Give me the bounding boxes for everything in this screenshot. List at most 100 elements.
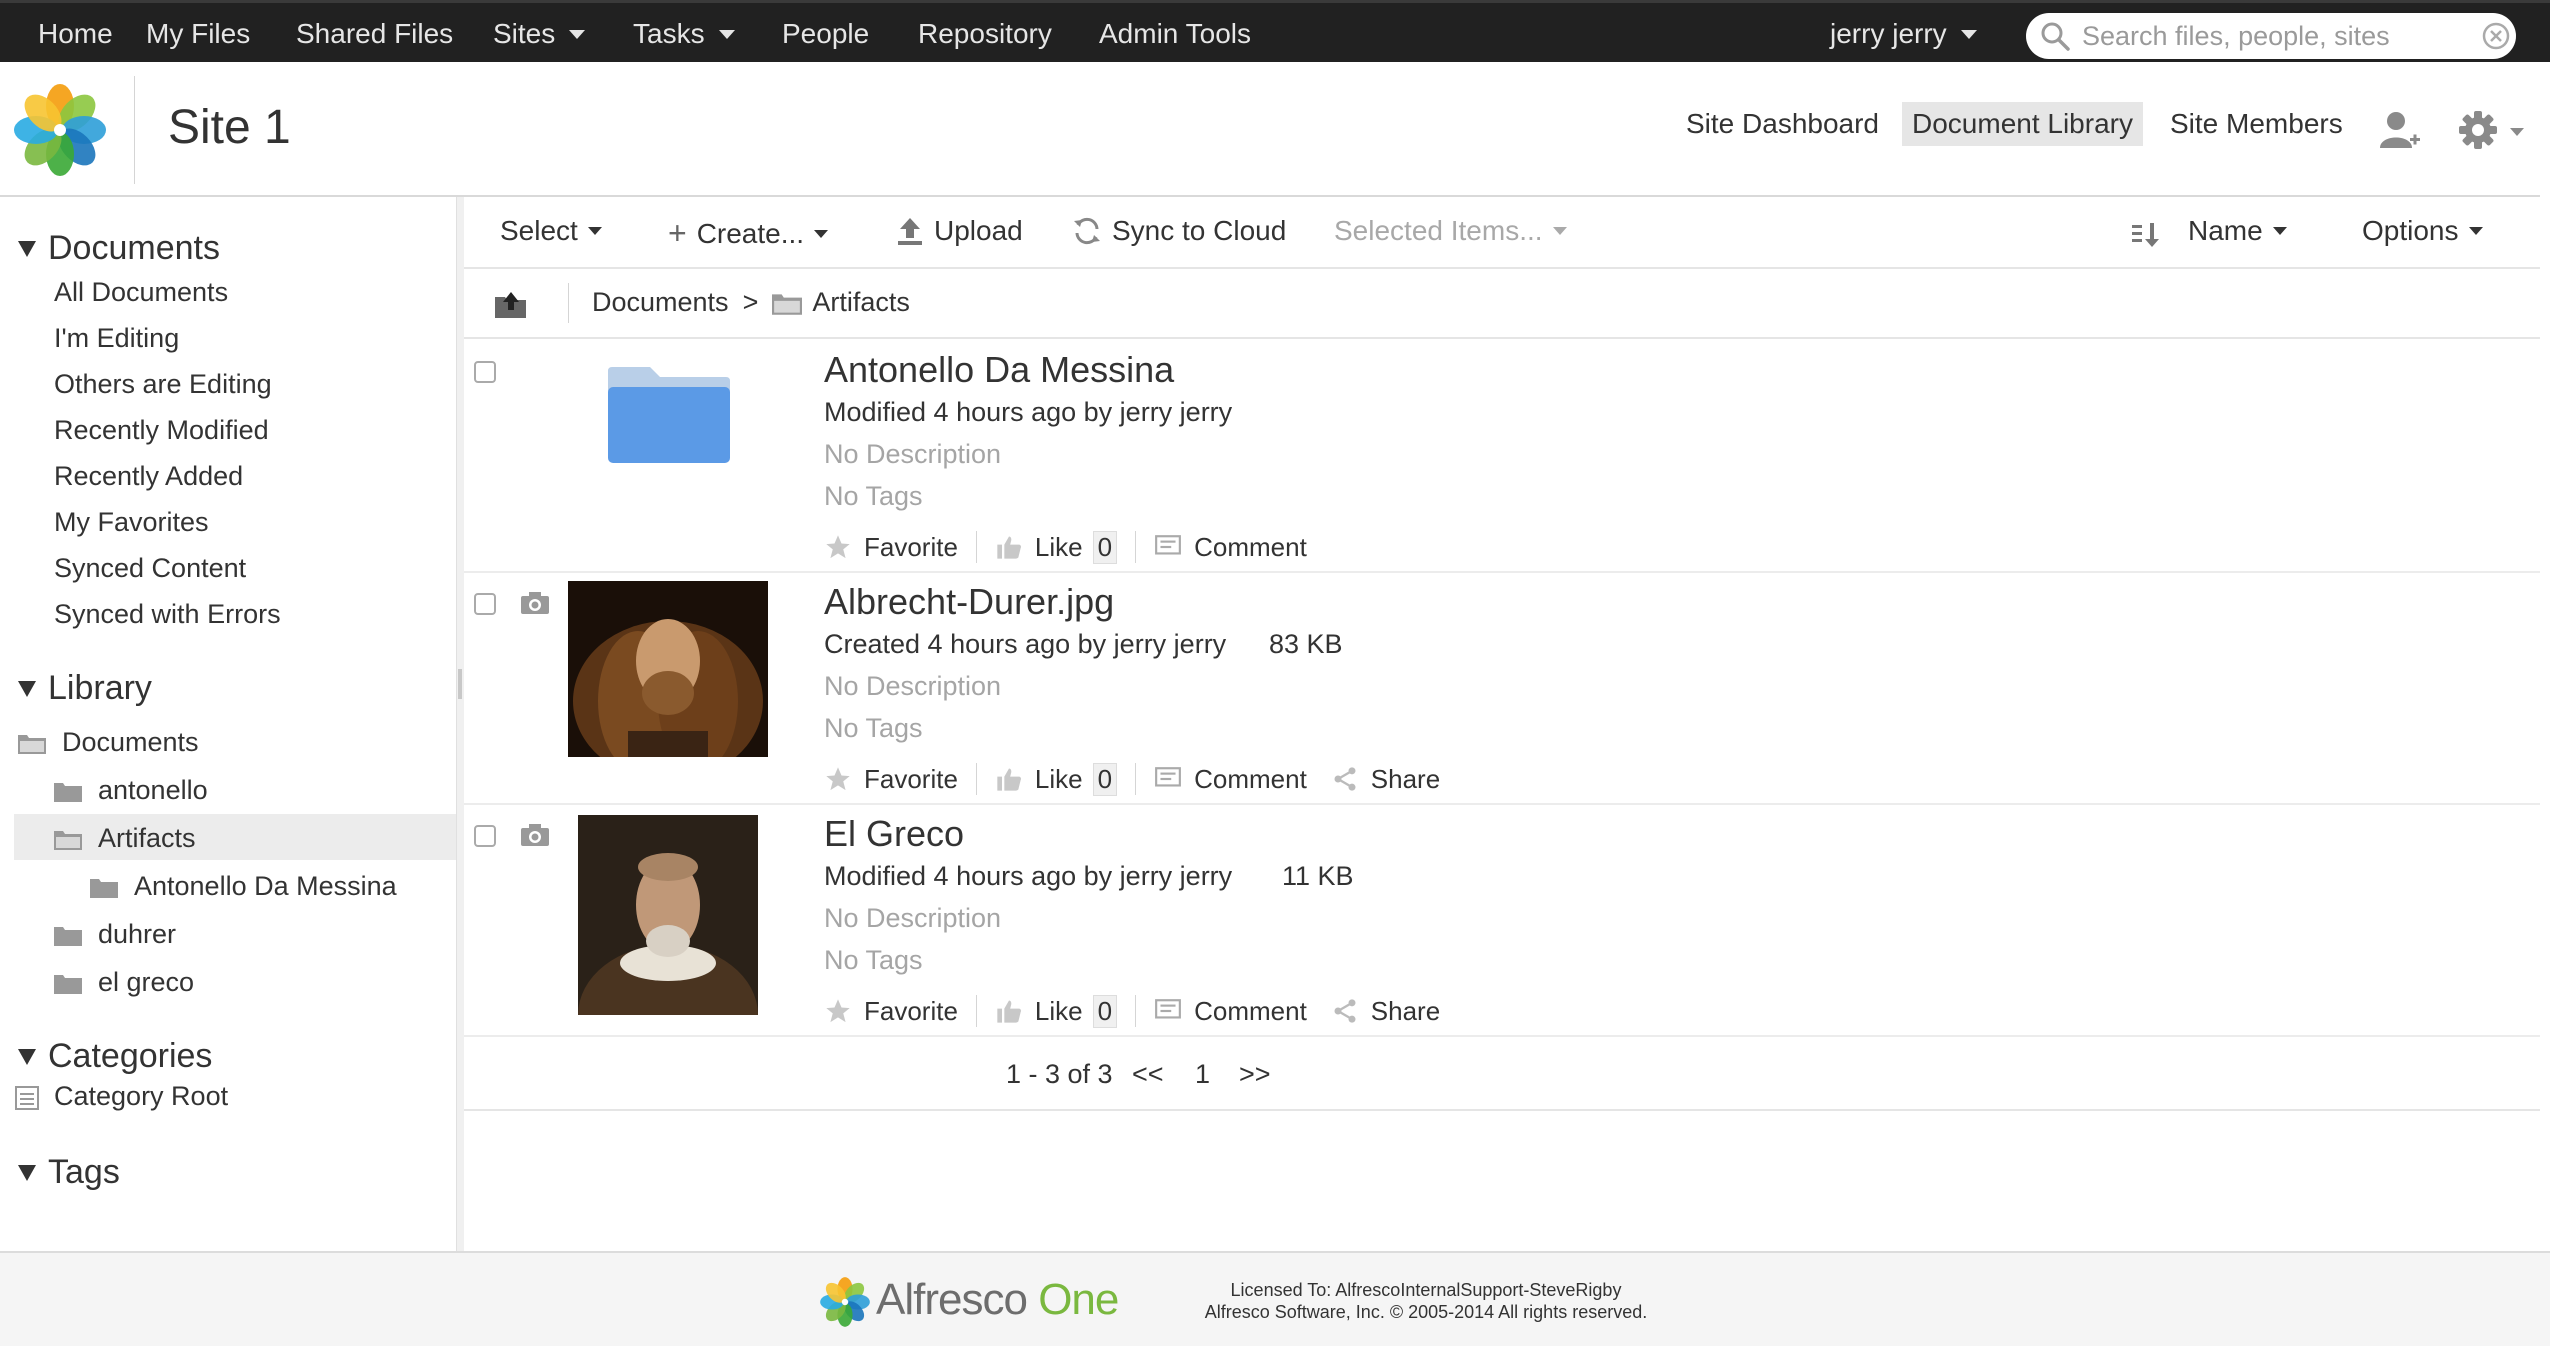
filter-recently-added[interactable]: Recently Added: [54, 461, 243, 492]
document-tags[interactable]: No Tags: [824, 945, 923, 976]
like-count: 0: [1092, 530, 1118, 564]
document-description: No Description: [824, 439, 1002, 469]
document-name-link[interactable]: Antonello Da Messina: [824, 349, 1174, 391]
nav-shared-files[interactable]: Shared Files: [296, 3, 453, 65]
favorite-button[interactable]: Favorite: [824, 532, 958, 563]
tree-label: Artifacts: [98, 823, 196, 853]
options-menu[interactable]: Options: [2362, 215, 2483, 247]
copyright-line: Alfresco Software, Inc. © 2005-2014 All …: [1204, 1302, 1648, 1322]
user-menu[interactable]: jerry jerry: [1830, 3, 1977, 65]
divider: [975, 995, 977, 1027]
chevron-down-icon: [2468, 227, 2483, 235]
tree-item-antonello[interactable]: antonello: [54, 775, 208, 806]
pagination-page[interactable]: 1: [1195, 1059, 1210, 1090]
document-description: No Description: [824, 671, 1002, 701]
row-checkbox[interactable]: [474, 593, 496, 615]
breadcrumb-documents[interactable]: Documents: [592, 287, 729, 318]
gear-icon[interactable]: [2458, 110, 2498, 150]
filter-synced-errors[interactable]: Synced with Errors: [54, 599, 281, 630]
alfresco-logo[interactable]: [10, 80, 110, 180]
collapse-triangle-icon: [18, 680, 36, 697]
like-button[interactable]: Like 0: [995, 530, 1118, 564]
comment-button[interactable]: Comment: [1154, 764, 1307, 795]
library-section-toggle[interactable]: Library: [0, 669, 152, 708]
folder-up-icon[interactable]: [494, 289, 528, 319]
tree-item-duhrer[interactable]: duhrer: [54, 919, 176, 950]
clear-search-icon[interactable]: [2480, 20, 2512, 52]
nav-sites[interactable]: Sites: [493, 3, 586, 65]
selected-items-menu[interactable]: Selected Items...: [1334, 215, 1567, 247]
chevron-down-icon[interactable]: [2510, 128, 2524, 136]
documents-heading: Documents: [48, 229, 220, 267]
nav-admin-tools[interactable]: Admin Tools: [1099, 3, 1251, 65]
pagination-prev[interactable]: <<: [1132, 1059, 1164, 1090]
breadcrumb-artifacts[interactable]: Artifacts: [812, 287, 910, 318]
document-library-link[interactable]: Document Library: [1902, 102, 2143, 146]
folder-icon: [90, 878, 118, 898]
tags-section-toggle[interactable]: Tags: [0, 1153, 120, 1192]
camera-icon: [521, 824, 549, 846]
categories-section-toggle[interactable]: Categories: [0, 1037, 212, 1076]
document-tags[interactable]: No Tags: [824, 481, 923, 512]
nav-repository[interactable]: Repository: [918, 3, 1052, 65]
tree-item-el-greco[interactable]: el greco: [54, 967, 194, 998]
filter-im-editing[interactable]: I'm Editing: [54, 323, 179, 354]
nav-home[interactable]: Home: [38, 3, 113, 65]
search-box[interactable]: [2026, 13, 2516, 59]
filter-synced-content[interactable]: Synced Content: [54, 553, 246, 584]
invite-user-icon[interactable]: [2378, 108, 2422, 152]
filter-my-favorites[interactable]: My Favorites: [54, 507, 209, 538]
search-input[interactable]: [2082, 20, 2462, 52]
albrecht-durer-thumbnail[interactable]: [568, 581, 768, 757]
document-actions: Favorite Like 0 Comment: [824, 527, 1307, 567]
create-menu-button[interactable]: + Create...: [668, 215, 829, 252]
sort-by-name-menu[interactable]: Name: [2188, 215, 2287, 247]
folder-thumbnail-icon[interactable]: [606, 365, 732, 465]
upload-button[interactable]: Upload: [896, 215, 1023, 247]
row-checkbox[interactable]: [474, 361, 496, 383]
upload-icon: [898, 218, 922, 245]
folder-icon: [54, 782, 82, 802]
filter-recently-modified[interactable]: Recently Modified: [54, 415, 269, 446]
nav-tasks[interactable]: Tasks: [633, 3, 735, 65]
filter-all-documents[interactable]: All Documents: [54, 277, 228, 308]
documents-section-toggle[interactable]: Documents: [0, 229, 220, 268]
share-icon: [1334, 999, 1356, 1023]
comment-button[interactable]: Comment: [1154, 996, 1307, 1027]
tags-heading: Tags: [48, 1153, 120, 1191]
row-checkbox[interactable]: [474, 825, 496, 847]
comment-icon: [1155, 767, 1182, 787]
tree-label: antonello: [98, 775, 208, 805]
sidebar-resize-handle[interactable]: [456, 197, 464, 1251]
share-button[interactable]: Share: [1331, 764, 1440, 795]
site-members-link[interactable]: Site Members: [2160, 102, 2353, 146]
tree-item-category-root[interactable]: Category Root: [14, 1081, 228, 1112]
favorite-button[interactable]: Favorite: [824, 764, 958, 795]
document-list-panel: Select + Create... Upload Sync to Cloud …: [464, 197, 2540, 1251]
sync-to-cloud-button[interactable]: Sync to Cloud: [1072, 215, 1286, 247]
resize-grip[interactable]: [458, 669, 462, 699]
sort-direction-icon[interactable]: [2130, 221, 2164, 249]
site-dashboard-link[interactable]: Site Dashboard: [1676, 102, 1889, 146]
categories-heading: Categories: [48, 1037, 213, 1075]
document-name-link[interactable]: El Greco: [824, 813, 964, 855]
nav-my-files[interactable]: My Files: [146, 3, 250, 65]
collapse-triangle-icon: [18, 1164, 36, 1181]
document-name-link[interactable]: Albrecht-Durer.jpg: [824, 581, 1114, 623]
nav-people[interactable]: People: [782, 3, 869, 65]
like-button[interactable]: Like 0: [995, 994, 1118, 1028]
comment-button[interactable]: Comment: [1154, 532, 1307, 563]
share-button[interactable]: Share: [1331, 996, 1440, 1027]
document-tags[interactable]: No Tags: [824, 713, 923, 744]
el-greco-thumbnail[interactable]: [578, 815, 758, 1015]
tree-item-artifacts[interactable]: Artifacts: [54, 823, 196, 854]
like-button[interactable]: Like 0: [995, 762, 1118, 796]
collapse-triangle-icon: [18, 1048, 36, 1065]
pagination-next[interactable]: >>: [1239, 1059, 1271, 1090]
document-size: 83 KB: [1269, 629, 1343, 659]
tree-item-antonello-da-messina[interactable]: Antonello Da Messina: [90, 871, 397, 902]
tree-item-documents[interactable]: Documents: [18, 727, 199, 758]
select-menu-button[interactable]: Select: [500, 215, 602, 247]
favorite-button[interactable]: Favorite: [824, 996, 958, 1027]
filter-others-editing[interactable]: Others are Editing: [54, 369, 272, 400]
